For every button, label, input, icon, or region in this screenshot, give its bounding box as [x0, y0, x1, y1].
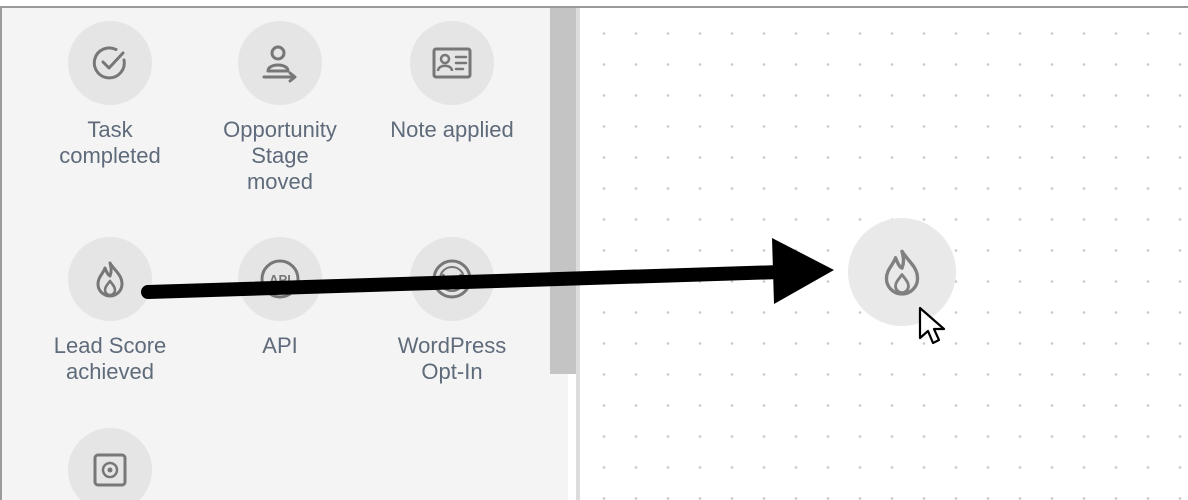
trigger-note-applied[interactable]: Note applied — [367, 21, 537, 143]
svg-text:API: API — [269, 272, 291, 287]
wordpress-icon — [410, 237, 494, 321]
trigger-safe[interactable] — [25, 428, 195, 500]
person-arrow-icon — [238, 21, 322, 105]
trigger-label: Note applied — [390, 117, 514, 142]
trigger-label: WordPress Opt-In — [397, 333, 507, 384]
trigger-label: Lead Score achieved — [53, 333, 167, 384]
trigger-wordpress-opt-in[interactable]: WordPress Opt-In — [367, 237, 537, 385]
check-circle-icon — [68, 21, 152, 105]
trigger-opportunity-stage-moved[interactable]: Opportunity Stage moved — [195, 21, 365, 195]
flame-icon — [68, 237, 152, 321]
contact-card-icon — [410, 21, 494, 105]
mouse-cursor-icon — [918, 306, 946, 345]
trigger-api[interactable]: API API — [195, 237, 365, 359]
trigger-lead-score-achieved[interactable]: Lead Score achieved — [25, 237, 195, 385]
panel-scrollbar-thumb[interactable] — [550, 8, 576, 374]
trigger-task-completed[interactable]: Task completed — [25, 21, 195, 169]
flame-icon — [884, 249, 920, 296]
safe-icon — [68, 428, 152, 500]
trigger-label: Opportunity Stage moved — [223, 117, 337, 194]
trigger-label: Task completed — [59, 117, 161, 168]
trigger-panel: Task completed Opportunity Stage moved N… — [0, 8, 568, 500]
trigger-label: API — [262, 333, 298, 358]
api-icon: API — [238, 237, 322, 321]
top-border — [0, 0, 1188, 8]
